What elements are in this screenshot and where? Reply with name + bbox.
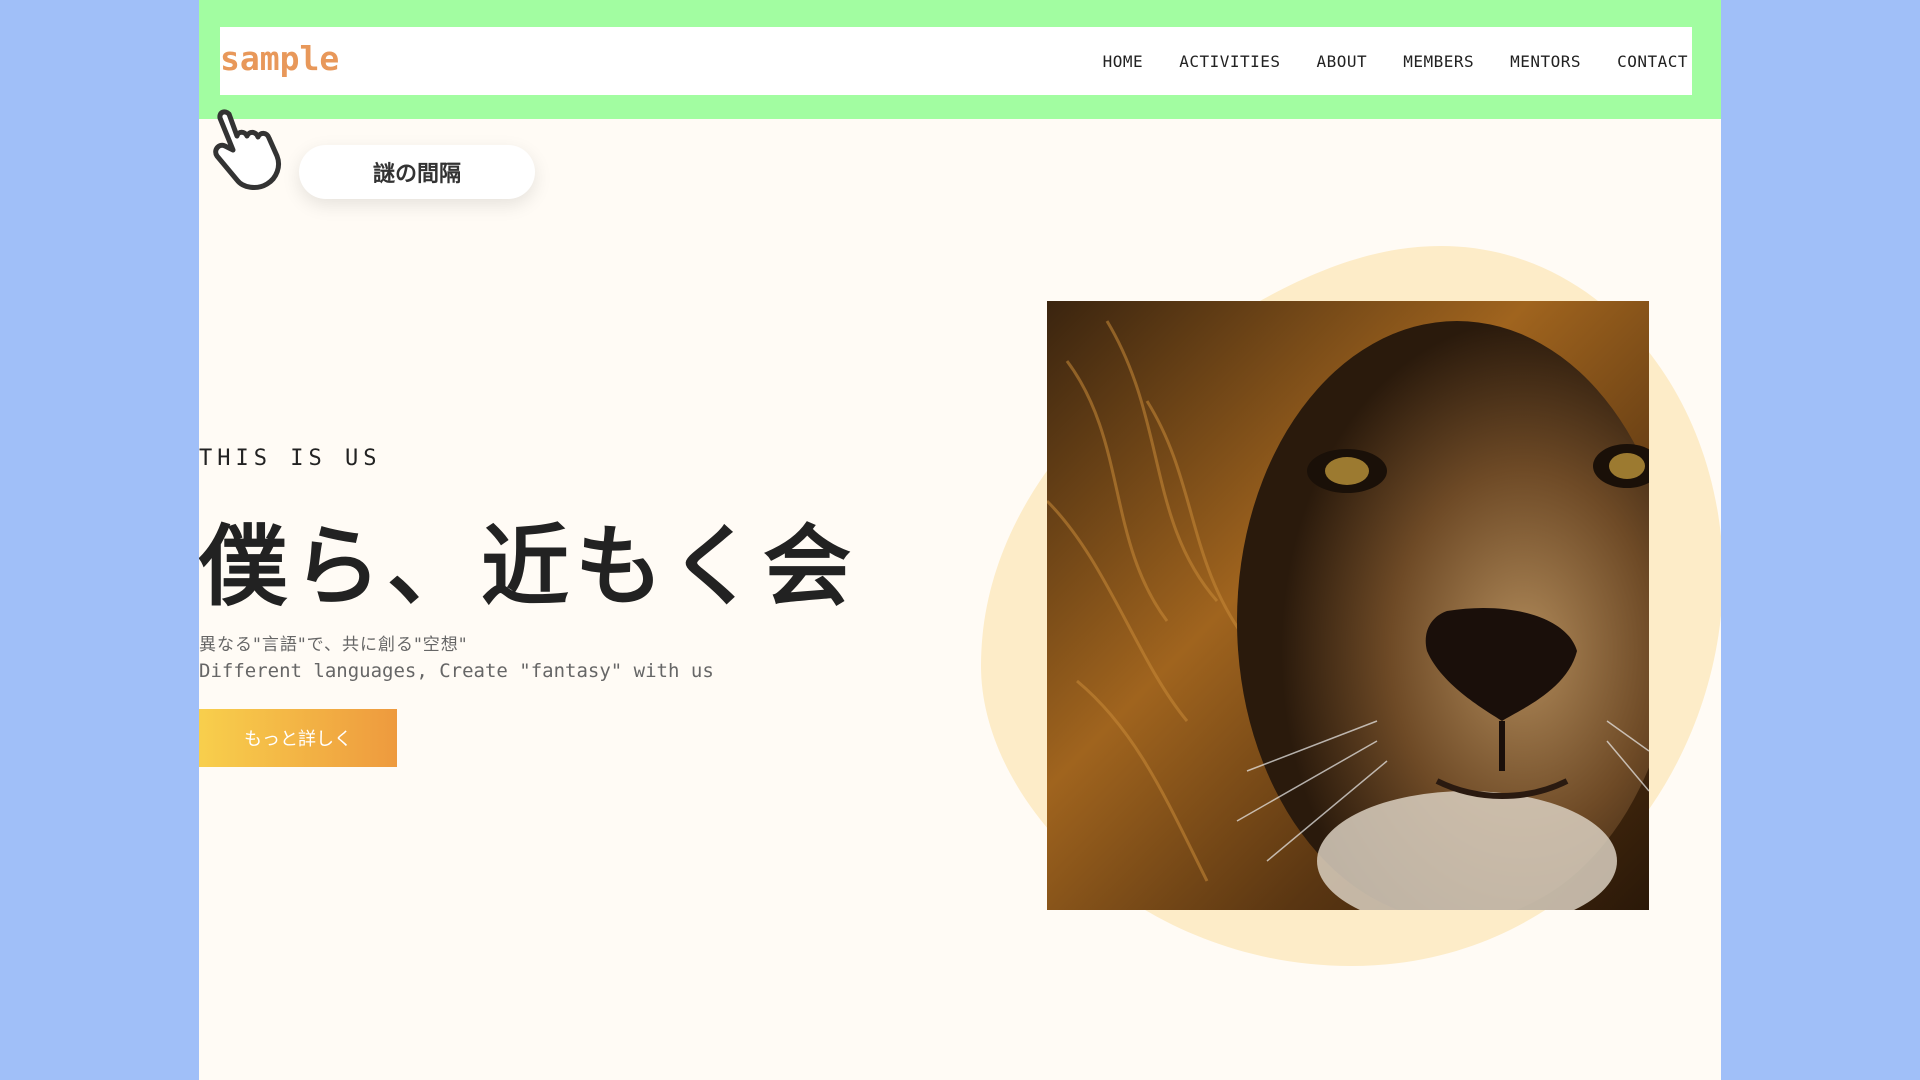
page-container: sample HOME ACTIVITIES ABOUT MEMBERS MEN… xyxy=(199,0,1721,1080)
hero-image xyxy=(1047,301,1649,910)
header-highlight-band: sample HOME ACTIVITIES ABOUT MEMBERS MEN… xyxy=(199,0,1721,119)
nav-activities[interactable]: ACTIVITIES xyxy=(1179,52,1280,71)
hero-headline: 僕ら、近もく会 xyxy=(199,515,858,618)
nav-members[interactable]: MEMBERS xyxy=(1403,52,1474,71)
more-details-button[interactable]: もっと詳しく xyxy=(199,709,397,767)
pointer-hand-icon xyxy=(213,109,282,190)
nav-about[interactable]: ABOUT xyxy=(1317,52,1368,71)
hero-subtitle-en: Different languages, Create "fantasy" wi… xyxy=(199,660,714,682)
annotation-label: 謎の間隔 xyxy=(299,145,535,199)
navbar: sample HOME ACTIVITIES ABOUT MEMBERS MEN… xyxy=(220,27,1692,95)
nav-home[interactable]: HOME xyxy=(1103,52,1144,71)
hero-eyebrow: THIS IS US xyxy=(199,446,382,471)
hero-subtitle-ja: 異なる"言語"で、共に創る"空想" xyxy=(199,635,468,655)
nav-contact[interactable]: CONTACT xyxy=(1617,52,1688,71)
nav-mentors[interactable]: MENTORS xyxy=(1510,52,1581,71)
main-nav: HOME ACTIVITIES ABOUT MEMBERS MENTORS CO… xyxy=(1067,27,1688,95)
lion-face-photo xyxy=(1047,301,1649,910)
site-logo[interactable]: sample xyxy=(220,39,339,78)
